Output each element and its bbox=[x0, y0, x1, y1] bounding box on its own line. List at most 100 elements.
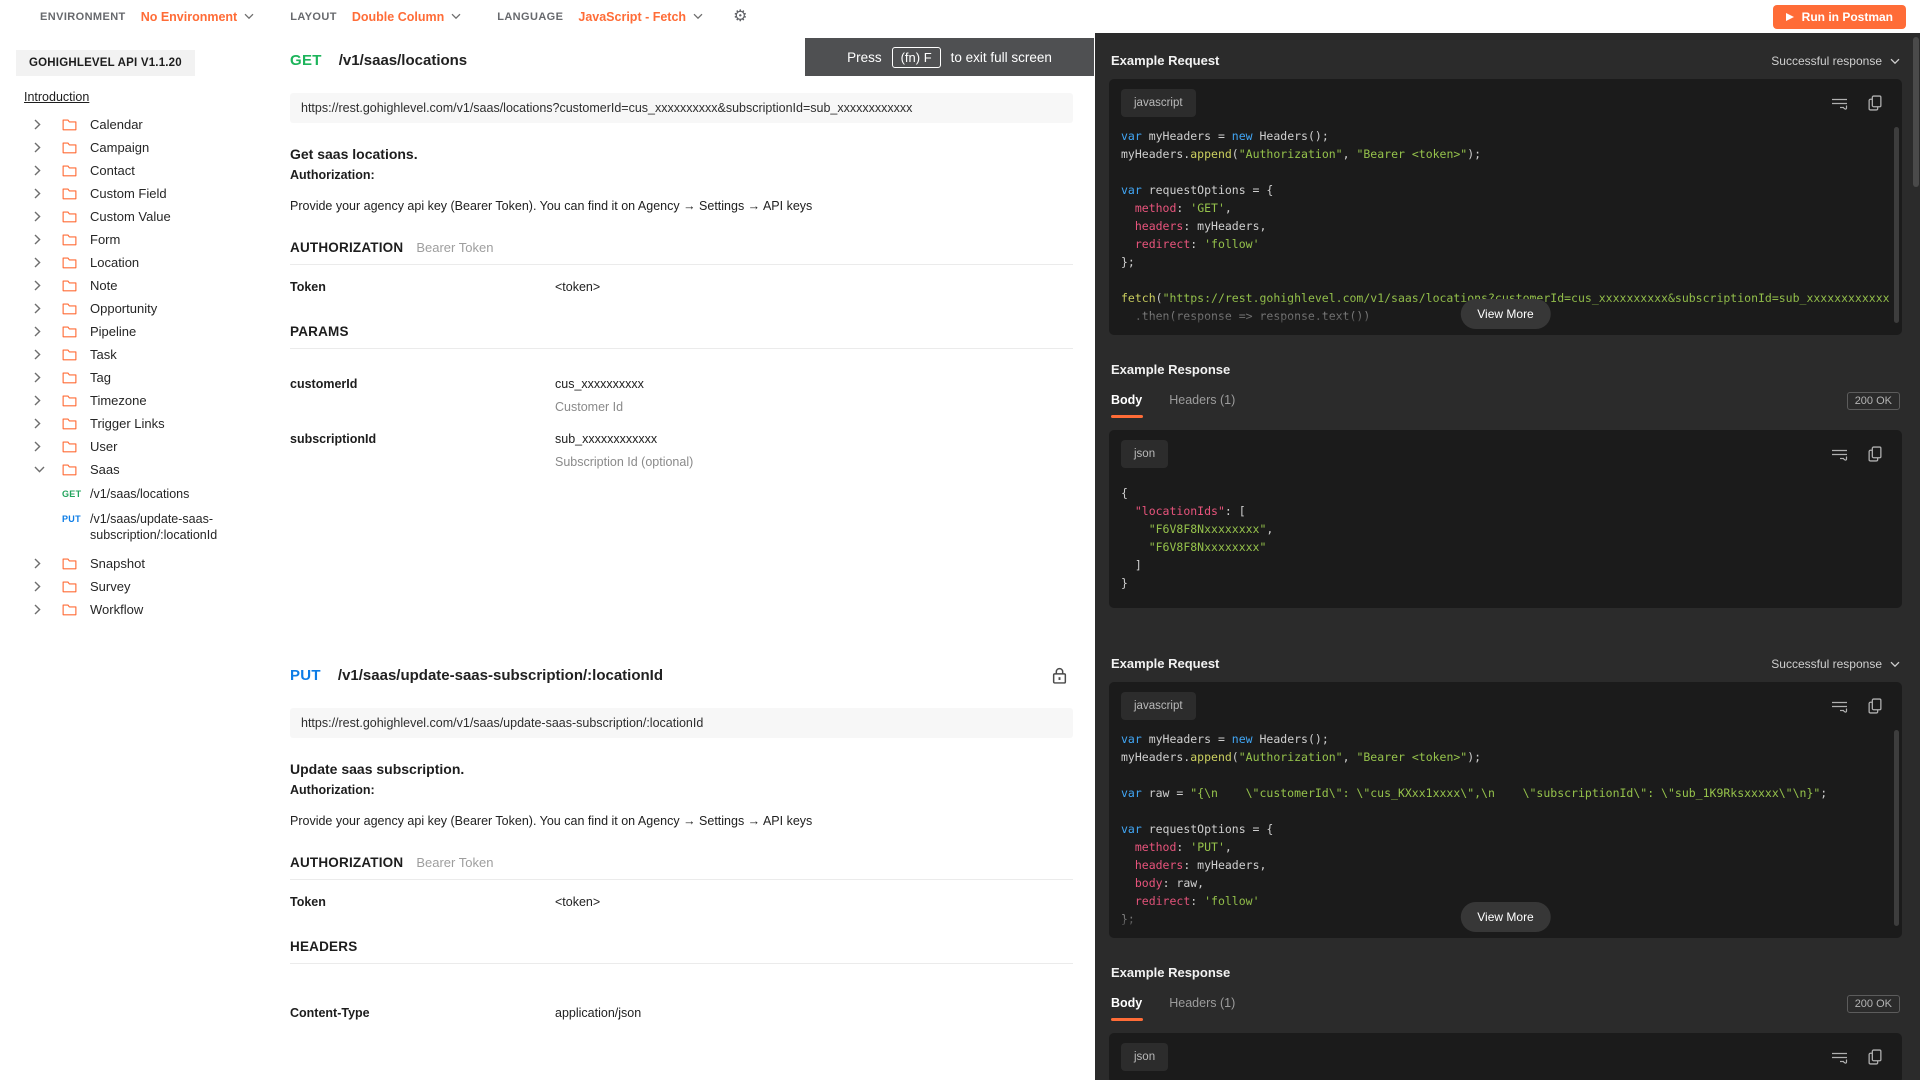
folder-icon bbox=[62, 580, 77, 593]
folder-icon bbox=[62, 187, 77, 200]
example-request-heading: Example Request bbox=[1111, 656, 1220, 671]
endpoint-path: /v1/saas/update-saas-subscription/:locat… bbox=[337, 667, 663, 684]
fn-f-keycap: (fn) F bbox=[891, 46, 941, 68]
sidebar-folder-form[interactable]: Form bbox=[16, 228, 265, 251]
sidebar-folder-custom-field[interactable]: Custom Field bbox=[16, 182, 265, 205]
sidebar-request-get-saas-locations[interactable]: GET /v1/saas/locations bbox=[16, 486, 265, 502]
endpoint-put-update-saas-subscription: PUT /v1/saas/update-saas-subscription/:l… bbox=[290, 667, 1073, 1020]
wrap-text-icon[interactable] bbox=[1831, 447, 1848, 462]
environment-select[interactable]: No Environment bbox=[141, 10, 238, 24]
chevron-right-icon bbox=[34, 303, 46, 314]
language-chip: json bbox=[1121, 440, 1169, 468]
chevron-down-icon[interactable] bbox=[693, 13, 703, 20]
wrap-text-icon[interactable] bbox=[1831, 96, 1848, 111]
sidebar-folder-survey[interactable]: Survey bbox=[16, 575, 265, 598]
wrap-text-icon[interactable] bbox=[1831, 1050, 1848, 1065]
chevron-right-icon bbox=[34, 441, 46, 452]
language-label: LANGUAGE bbox=[497, 10, 564, 23]
params-heading: PARAMS bbox=[290, 324, 349, 339]
chevron-right-icon bbox=[34, 211, 46, 222]
folder-icon bbox=[62, 557, 77, 570]
status-badge: 200 OK bbox=[1846, 392, 1900, 410]
folder-icon bbox=[62, 118, 77, 131]
top-toolbar: ENVIRONMENT No Environment LAYOUT Double… bbox=[0, 0, 1920, 33]
authorization-heading: AUTHORIZATION bbox=[290, 240, 404, 255]
environment-label: ENVIRONMENT bbox=[40, 10, 126, 23]
sidebar-folder-task[interactable]: Task bbox=[16, 343, 265, 366]
response-variant-select[interactable]: Successful response bbox=[1771, 54, 1900, 68]
sidebar-folder-pipeline[interactable]: Pipeline bbox=[16, 320, 265, 343]
copy-icon[interactable] bbox=[1868, 95, 1882, 111]
sidebar-folder-user[interactable]: User bbox=[16, 435, 265, 458]
put-method-label: PUT bbox=[290, 667, 321, 684]
chevron-right-icon bbox=[34, 581, 46, 592]
run-in-postman-button[interactable]: Run in Postman bbox=[1772, 4, 1906, 29]
copy-icon[interactable] bbox=[1868, 446, 1882, 462]
request-code-get: var myHeaders = new Headers(); myHeaders.… bbox=[1121, 129, 1890, 323]
tab-headers[interactable]: Headers (1) bbox=[1169, 393, 1235, 418]
example-response-heading: Example Response bbox=[1111, 362, 1231, 377]
sidebar-folder-tag[interactable]: Tag bbox=[16, 366, 265, 389]
sidebar-request-put-update-saas-subscription[interactable]: PUT /v1/saas/update-saas-subscription/:l… bbox=[16, 511, 265, 543]
play-icon bbox=[1785, 12, 1794, 21]
tab-body[interactable]: Body bbox=[1111, 393, 1144, 418]
folder-icon bbox=[62, 463, 77, 476]
layout-label: LAYOUT bbox=[290, 10, 337, 23]
folder-icon bbox=[62, 440, 77, 453]
view-more-button[interactable]: View More bbox=[1460, 902, 1551, 932]
chevron-right-icon bbox=[34, 280, 46, 291]
sidebar-folder-note[interactable]: Note bbox=[16, 274, 265, 297]
example-code-panel: Example Request Successful response java… bbox=[1095, 33, 1920, 1080]
endpoint-get-saas-locations: GET /v1/saas/locations https://rest.gohi… bbox=[290, 52, 1073, 469]
wrap-text-icon[interactable] bbox=[1831, 699, 1848, 714]
request-code-block-get: javascript var myHeaders = new Headers()… bbox=[1109, 79, 1902, 335]
lock-icon bbox=[1052, 667, 1067, 684]
response-tabs: Body Headers (1) 200 OK bbox=[1111, 392, 1900, 418]
sidebar-folder-campaign[interactable]: Campaign bbox=[16, 136, 265, 159]
chevron-right-icon bbox=[34, 418, 46, 429]
chevron-down-icon bbox=[34, 466, 46, 473]
copy-icon[interactable] bbox=[1868, 698, 1882, 714]
example-request-heading: Example Request bbox=[1111, 53, 1220, 68]
language-select[interactable]: JavaScript - Fetch bbox=[578, 10, 686, 24]
tab-body[interactable]: Body bbox=[1111, 996, 1144, 1021]
get-method-badge: GET bbox=[62, 489, 82, 499]
chevron-right-icon bbox=[34, 395, 46, 406]
chevron-down-icon[interactable] bbox=[451, 13, 461, 20]
sidebar-item-introduction[interactable]: Introduction bbox=[24, 90, 89, 104]
chevron-down-icon[interactable] bbox=[244, 13, 254, 20]
sidebar-folder-saas[interactable]: Saas bbox=[16, 458, 265, 481]
chevron-right-icon bbox=[34, 604, 46, 615]
sidebar-folder-opportunity[interactable]: Opportunity bbox=[16, 297, 265, 320]
header-row-content-type: Content-Type application/json bbox=[290, 1006, 642, 1020]
layout-select[interactable]: Double Column bbox=[352, 10, 444, 24]
authorization-type: Bearer Token bbox=[416, 240, 494, 255]
sidebar-folder-workflow[interactable]: Workflow bbox=[16, 598, 265, 621]
documentation-main: GET /v1/saas/locations https://rest.gohi… bbox=[265, 33, 1095, 1080]
tab-headers[interactable]: Headers (1) bbox=[1169, 996, 1235, 1021]
sidebar-folder-custom-value[interactable]: Custom Value bbox=[16, 205, 265, 228]
request-url: https://rest.gohighlevel.com/v1/saas/loc… bbox=[290, 93, 1073, 123]
token-row: Token <token> bbox=[290, 280, 601, 294]
sidebar-folder-snapshot[interactable]: Snapshot bbox=[16, 552, 265, 575]
example-response-heading: Example Response bbox=[1111, 965, 1231, 980]
sidebar-folder-timezone[interactable]: Timezone bbox=[16, 389, 265, 412]
code-scrollbar[interactable] bbox=[1894, 127, 1899, 323]
view-more-button[interactable]: View More bbox=[1460, 299, 1551, 329]
panel-scrollbar[interactable] bbox=[1913, 37, 1919, 187]
get-method-label: GET bbox=[290, 52, 322, 69]
sidebar-folder-calendar[interactable]: Calendar bbox=[16, 113, 265, 136]
chevron-down-icon bbox=[1890, 54, 1900, 68]
sidebar-folder-trigger-links[interactable]: Trigger Links bbox=[16, 412, 265, 435]
sidebar-folder-location[interactable]: Location bbox=[16, 251, 265, 274]
sidebar-folder-contact[interactable]: Contact bbox=[16, 159, 265, 182]
response-code-block-get: json { "locationIds": [ "F6V8F8Nxxxxxxxx… bbox=[1109, 430, 1902, 608]
chevron-down-icon bbox=[1890, 657, 1900, 671]
copy-icon[interactable] bbox=[1868, 1049, 1882, 1065]
response-variant-select[interactable]: Successful response bbox=[1771, 657, 1900, 671]
code-scrollbar[interactable] bbox=[1894, 730, 1899, 926]
folder-icon bbox=[62, 256, 77, 269]
chevron-right-icon bbox=[34, 558, 46, 569]
settings-gear-icon[interactable]: ⚙ bbox=[733, 8, 747, 25]
folder-icon bbox=[62, 164, 77, 177]
